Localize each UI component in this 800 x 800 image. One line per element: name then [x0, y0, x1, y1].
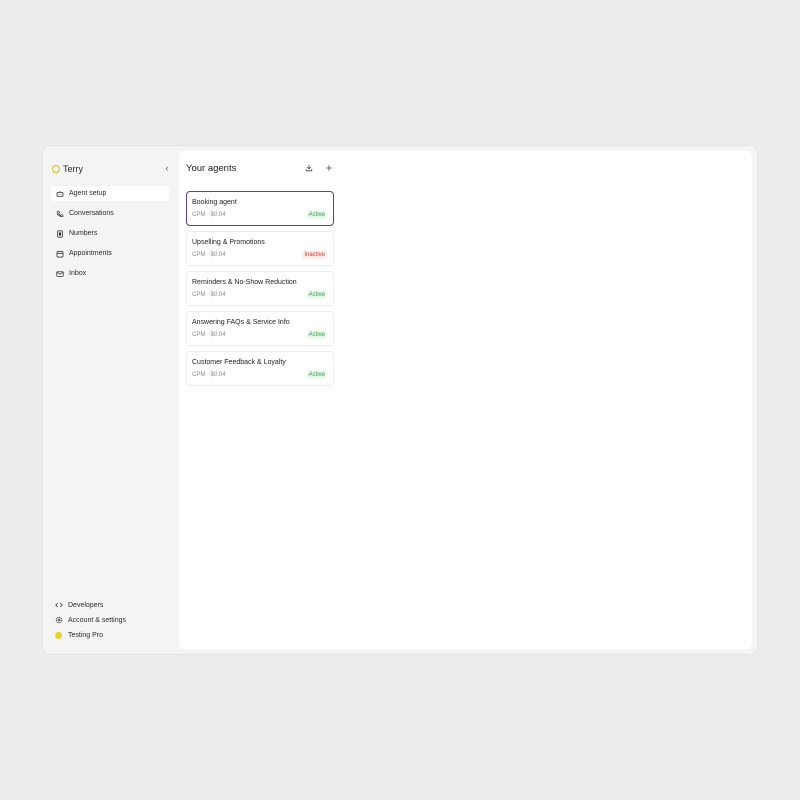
- agent-cpm: CPM · $0.04: [192, 372, 226, 378]
- sidebar-item-label: Agent setup: [69, 190, 107, 197]
- agent-list: Booking agent CPM · $0.04 Active Upselli…: [186, 191, 334, 391]
- agent-name: Answering FAQs & Service Info: [192, 319, 290, 326]
- sidebar: Terry ‹ Agent setup Conversations Number…: [43, 146, 179, 654]
- sidebar-item-agent-setup[interactable]: Agent setup: [51, 186, 169, 201]
- agent-cpm: CPM · $0.04: [192, 332, 226, 338]
- download-icon: [305, 164, 313, 174]
- status-badge: Inactive: [302, 251, 327, 259]
- brand-logo-icon: [52, 165, 60, 173]
- status-badge: Active: [306, 291, 327, 299]
- agent-card[interactable]: Customer Feedback & Loyalty CPM · $0.04 …: [186, 351, 334, 386]
- account-switcher[interactable]: Testing Pro: [51, 629, 169, 641]
- agent-name: Booking agent: [192, 199, 237, 206]
- agent-card[interactable]: Booking agent CPM · $0.04 Active: [186, 191, 334, 226]
- sim-card-icon: [55, 229, 64, 238]
- sidebar-item-numbers[interactable]: Numbers: [51, 226, 169, 241]
- avatar: [55, 631, 62, 639]
- sidebar-footer: Developers Account & settings Testing Pr…: [51, 599, 169, 644]
- sidebar-item-developers[interactable]: Developers: [51, 599, 169, 611]
- sidebar-item-account-settings[interactable]: Account & settings: [51, 614, 169, 626]
- sidebar-item-label: Conversations: [69, 210, 114, 217]
- sidebar-item-label: Inbox: [69, 270, 87, 277]
- collapse-sidebar-button[interactable]: ‹: [161, 162, 173, 174]
- app-window: Terry ‹ Agent setup Conversations Number…: [43, 146, 757, 654]
- sidebar-item-appointments[interactable]: Appointments: [51, 246, 169, 261]
- code-icon: [54, 601, 63, 610]
- sidebar-item-inbox[interactable]: Inbox: [51, 266, 169, 281]
- sidebar-item-label: Account & settings: [68, 616, 126, 624]
- sidebar-nav: Agent setup Conversations Numbers Appoin…: [51, 186, 169, 286]
- brand[interactable]: Terry: [52, 162, 83, 176]
- account-name: Testing Pro: [68, 631, 104, 639]
- agent-cpm: CPM · $0.04: [192, 212, 226, 218]
- agent-name: Upselling & Promotions: [192, 239, 265, 246]
- agent-card[interactable]: Reminders & No-Show Reduction CPM · $0.0…: [186, 271, 334, 306]
- robot-icon: [55, 189, 64, 198]
- agent-cpm: CPM · $0.04: [192, 292, 226, 298]
- mail-icon: [55, 269, 64, 278]
- sidebar-item-label: Appointments: [69, 250, 112, 257]
- sidebar-item-conversations[interactable]: Conversations: [51, 206, 169, 221]
- brand-name: Terry: [63, 164, 83, 174]
- agent-cpm: CPM · $0.04: [192, 252, 226, 258]
- calendar-icon: [55, 249, 64, 258]
- agent-card[interactable]: Upselling & Promotions CPM · $0.04 Inact…: [186, 231, 334, 266]
- add-agent-button[interactable]: [323, 163, 334, 174]
- agent-name: Reminders & No-Show Reduction: [192, 279, 297, 286]
- phone-icon: [55, 209, 64, 218]
- main-panel: Your agents Booking agent CPM · $0.04 Ac…: [179, 151, 752, 649]
- sidebar-item-label: Numbers: [69, 230, 98, 237]
- plus-icon: [325, 164, 333, 174]
- status-badge: Active: [306, 371, 327, 379]
- sidebar-item-label: Developers: [68, 601, 104, 609]
- page-title: Your agents: [186, 163, 237, 174]
- agent-card[interactable]: Answering FAQs & Service Info CPM · $0.0…: [186, 311, 334, 346]
- chevron-left-icon: ‹: [165, 163, 169, 173]
- download-button[interactable]: [303, 163, 314, 174]
- avatar-wrapper: [54, 631, 63, 640]
- status-badge: Active: [306, 331, 327, 339]
- status-badge: Active: [306, 211, 327, 219]
- agent-name: Customer Feedback & Loyalty: [192, 359, 286, 366]
- gear-icon: [54, 616, 63, 625]
